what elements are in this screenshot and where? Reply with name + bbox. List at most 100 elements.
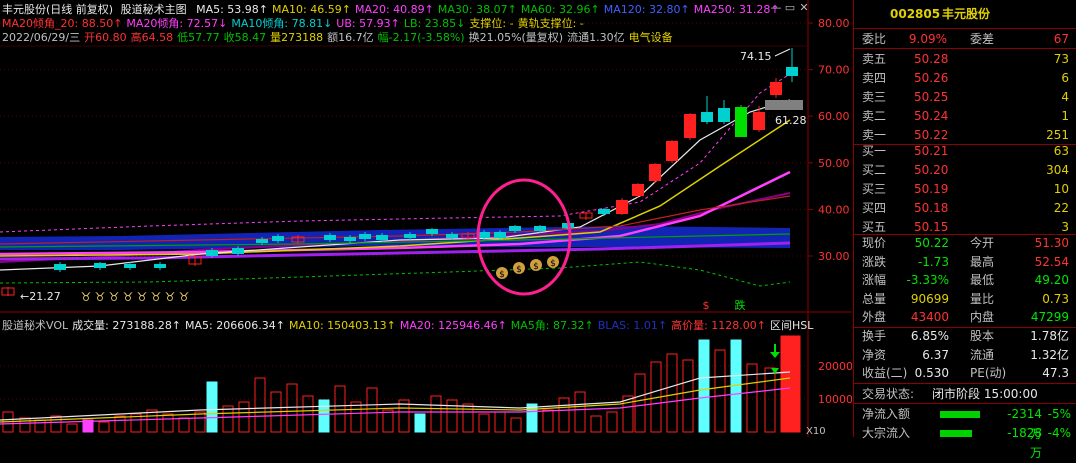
price-tick-label: 80.00 — [818, 17, 850, 30]
indicator-legend-4: LB: 23.85↓ — [403, 17, 466, 30]
candle-body — [509, 226, 521, 231]
candle-body — [124, 264, 136, 268]
ask-row: 卖四 50.26 6 — [854, 68, 1076, 88]
ask-volume: 1 — [1061, 109, 1069, 123]
volume-unit-label: X10 — [806, 426, 826, 437]
quote-stat-row: 外盘 43400 内盘 47299 — [854, 307, 1076, 327]
stock-name: 丰元股份 — [942, 7, 991, 21]
chart-header-row-3: 2022/06/29/三 开60.80 高64.58 低57.77 收58.47 量273… — [2, 30, 677, 45]
quote-title: 002805 丰元股份 — [854, 0, 1076, 29]
volume-bar — [34, 419, 46, 433]
stock-code: 002805 — [890, 7, 941, 21]
stat-label: 最高 — [970, 254, 995, 269]
restore-icon[interactable]: ▭ — [784, 2, 796, 14]
bid-label: 买一 — [862, 144, 887, 158]
money-bag-icon: ♉ — [151, 290, 162, 304]
volume-bar — [286, 383, 298, 433]
candle-body — [232, 248, 244, 254]
chart-title: 丰元股份(日线 前复权) — [2, 3, 114, 16]
diff-value: 67 — [1053, 32, 1069, 46]
stat-label: 今开 — [970, 236, 995, 250]
ask-price[interactable]: 50.25 — [914, 87, 948, 107]
bar-info-0: 2022/06/29/三 — [2, 31, 81, 44]
candle-body — [770, 82, 782, 95]
ask-price[interactable]: 50.28 — [914, 49, 948, 69]
volume-legend-0: 股道秘术VOL — [2, 319, 69, 332]
chart-area[interactable]: 80.00 70.00 60.00 50.00 40.00 30.00 74.15 ←21.2… — [0, 0, 852, 437]
bar-info-8: 换21.05%(量复权) — [468, 31, 564, 44]
diff-label: 委差 — [970, 32, 995, 46]
volume-bar — [19, 417, 31, 433]
candle-body — [94, 263, 106, 268]
volume-bar — [366, 387, 378, 433]
ask-price[interactable]: 50.24 — [914, 106, 948, 126]
money-bag-symbol: $ — [533, 262, 539, 272]
fund-flow-row: 净流入额 -2314万 -5% — [854, 404, 1076, 441]
flow-percent: -4% — [1047, 426, 1071, 440]
quote-stat-row: 总量 90699 量比 0.73 — [854, 289, 1076, 309]
volume-bar — [634, 373, 646, 433]
volume-bar — [430, 395, 442, 433]
volume-bar — [382, 409, 394, 433]
stat-value: 90699 — [910, 291, 949, 306]
candle-body — [404, 234, 416, 238]
low-price-label: ←21.27 — [20, 290, 61, 303]
buy-signal-marker: $ — [703, 299, 710, 312]
stat-value: 1.78亿 — [1030, 329, 1069, 343]
quote-stat-row: 换手 6.85% 股本 1.78亿 — [854, 326, 1076, 346]
bid-row: 买四 50.18 22 — [854, 198, 1076, 218]
high-price-pointer — [774, 48, 791, 57]
stat-label: 总量 — [862, 291, 887, 306]
price-tick-label: 60.00 — [818, 110, 850, 123]
ask-price[interactable]: 50.26 — [914, 68, 948, 88]
bid-price[interactable]: 50.18 — [914, 198, 948, 218]
stat-label: 现价 — [862, 236, 887, 250]
volume-bar — [334, 385, 346, 433]
bid-price[interactable]: 50.20 — [914, 160, 948, 180]
indicator-legend-0: MA20倾角_20: 88.50↑ — [2, 17, 123, 30]
bid-price[interactable]: 50.19 — [914, 179, 948, 199]
money-bag-icon: ♉ — [123, 290, 134, 304]
indicator-name[interactable]: 股道秘术主图 — [121, 3, 187, 16]
bid-label: 买二 — [862, 163, 887, 177]
volume-legend-5: MA5角: 87.32↑ — [510, 319, 594, 332]
ask-label: 卖四 — [862, 71, 887, 85]
stat-label: 外盘 — [862, 310, 887, 324]
kline-chart[interactable]: 80.00 70.00 60.00 50.00 40.00 30.00 74.15 ←21.2… — [0, 0, 852, 437]
bid-price[interactable]: 50.21 — [914, 141, 948, 161]
candle-body — [684, 114, 696, 138]
close-icon[interactable]: ✕ — [798, 2, 810, 14]
candle-body — [786, 67, 798, 76]
minimize-icon[interactable]: — — [770, 2, 782, 14]
trade-status-label: 交易状态: — [862, 387, 915, 401]
ask-label: 卖三 — [862, 90, 887, 104]
candle-body — [649, 164, 661, 181]
stat-value: -1.73 — [917, 254, 949, 269]
stat-label: 净资 — [862, 347, 887, 362]
money-bag-icon: ♉ — [81, 290, 92, 304]
stat-value: 49.20 — [1034, 273, 1069, 287]
money-bag-symbol: $ — [499, 270, 505, 280]
stat-value: 52.54 — [1034, 254, 1069, 269]
indicator-legend-6: 黄轨支撑位: - — [517, 17, 584, 30]
price-highlight-box — [765, 100, 803, 110]
chart-header-row-1: 丰元股份(日线 前复权) 股道秘术主图 MA5: 53.98↑ MA10: 46.… — [2, 2, 788, 17]
flow-bar — [940, 411, 980, 418]
lower-band-line — [0, 261, 791, 287]
candle-body — [54, 264, 66, 270]
volume-tick-label: 20000 — [818, 360, 852, 373]
volume-bar — [178, 417, 190, 433]
candle-body — [735, 107, 747, 137]
trade-status-value: 闭市阶段 15:00:00 — [932, 387, 1038, 401]
price-tick-label: 30.00 — [818, 250, 850, 263]
volume-ma20-line — [0, 387, 791, 425]
volume-bar — [146, 409, 158, 433]
flow-label: 净流入额 — [862, 407, 911, 421]
bar-info-1: 开60.80 — [84, 31, 127, 44]
order-ratio-row: 委比 9.09% 委差 67 — [854, 29, 1076, 49]
candle-body — [494, 232, 506, 238]
stat-label: 涨跌 — [862, 254, 887, 269]
bid-row: 买二 50.20 304 — [854, 160, 1076, 180]
ratio-value: 9.09% — [908, 32, 947, 46]
ask-label: 卖五 — [862, 52, 887, 66]
